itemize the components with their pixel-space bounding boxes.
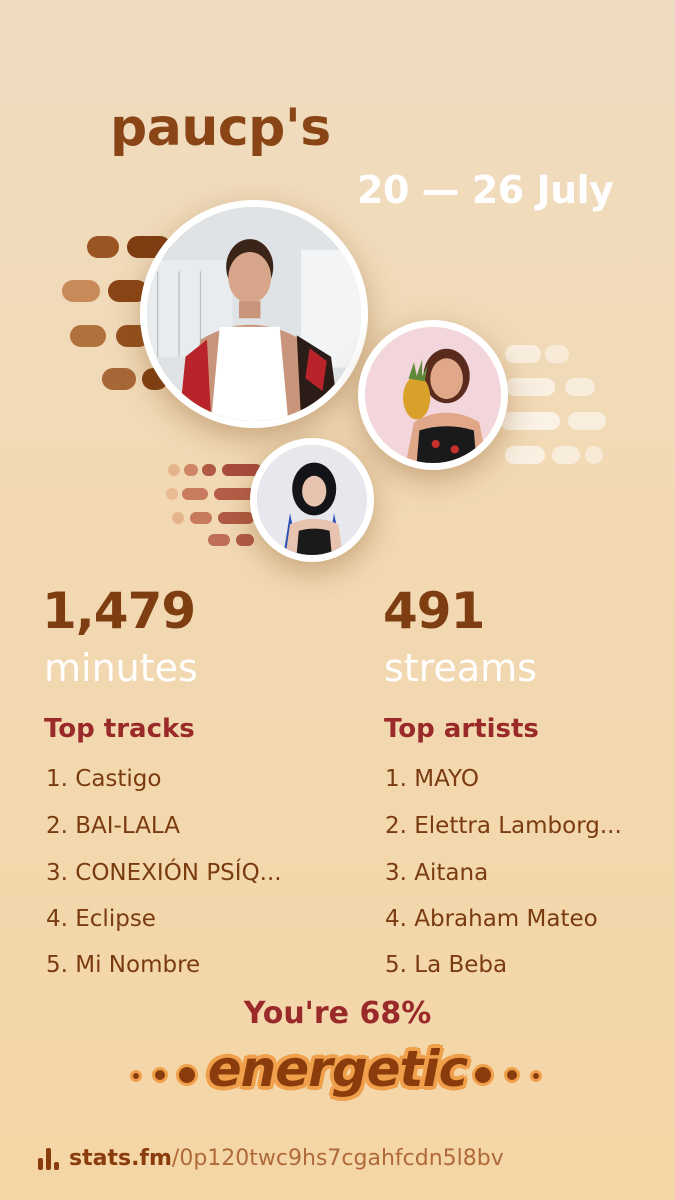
track-item: 1. Castigo [46, 766, 162, 792]
track-item: 3. CONEXIÓN PSÍQ... [46, 860, 282, 886]
mood-word: energetic [207, 1040, 468, 1098]
stats-bars-icon [38, 1147, 59, 1170]
artist-item: 2. Elettra Lamborg... [385, 813, 622, 839]
footer-link[interactable]: stats.fm /0p120twc9hs7cgahfcdn5l8bv [38, 1146, 504, 1171]
artist-photo-2 [358, 320, 508, 470]
footer-brand: stats.fm [69, 1146, 172, 1171]
artist-photo-1 [140, 200, 368, 428]
artist-item: 1. MAYO [385, 766, 479, 792]
artist-item: 5. La Beba [385, 952, 508, 978]
story-card: paucp's 20 — 26 July 1,479 minutes 491 s… [0, 0, 675, 1200]
minutes-value: 1,479 [42, 582, 196, 640]
artist-photo-3 [250, 438, 374, 562]
username-title: paucp's [110, 98, 331, 158]
footer-slug: /0p120twc9hs7cgahfcdn5l8bv [171, 1146, 504, 1171]
track-item: 2. BAI-LALA [46, 813, 181, 839]
minutes-label: minutes [44, 646, 198, 690]
artist-item: 3. Aitana [385, 860, 489, 886]
date-range: 20 — 26 July [357, 168, 614, 212]
top-artists-title: Top artists [384, 714, 539, 744]
track-item: 5. Mi Nombre [46, 952, 201, 978]
streams-label: streams [384, 646, 537, 690]
track-item: 4. Eclipse [46, 906, 156, 932]
artist-item: 4. Abraham Mateo [385, 906, 598, 932]
streams-value: 491 [383, 582, 485, 640]
top-tracks-title: Top tracks [44, 714, 195, 744]
mood-percentage: You're 68% [243, 996, 432, 1031]
